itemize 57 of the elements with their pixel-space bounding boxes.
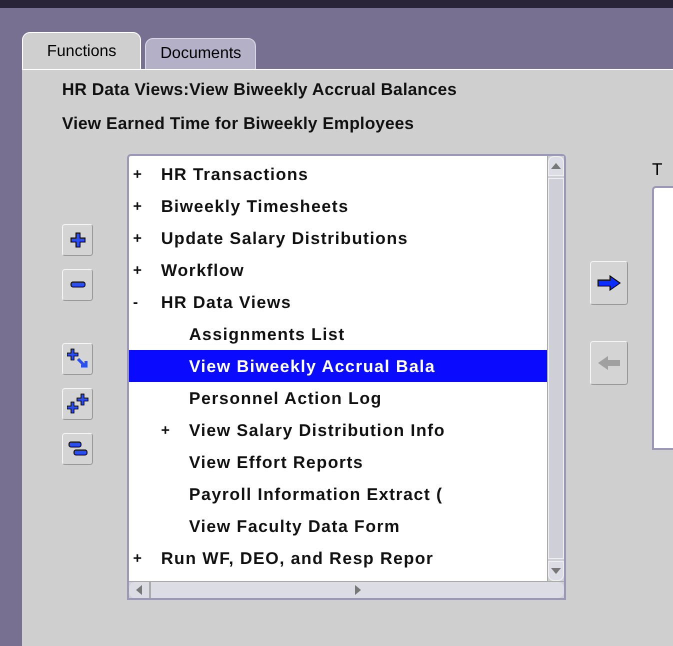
scroll-down-icon — [551, 568, 561, 574]
tree-item-label: View Effort Reports — [189, 452, 364, 474]
expander-sign[interactable]: - — [133, 286, 161, 318]
expander-sign[interactable]: + — [133, 158, 161, 190]
tree-item[interactable]: View Faculty Data Form — [129, 510, 547, 542]
tree-item[interactable]: View Biweekly Accrual Bala — [129, 350, 547, 382]
expander-sign[interactable]: + — [133, 190, 161, 222]
function-heading: HR Data Views:View Biweekly Accrual Balances — [62, 80, 458, 100]
tree-item[interactable]: View Effort Reports — [129, 446, 547, 478]
tree-item-label: HR Data Views — [161, 292, 292, 314]
function-description: View Earned Time for Biweekly Employees — [62, 114, 416, 134]
add-button[interactable] — [590, 261, 628, 305]
tab[interactable]: Functions — [22, 32, 142, 69]
tree-item[interactable]: Assignments List — [129, 318, 547, 350]
scroll-right-icon — [354, 585, 360, 595]
minus-icon — [70, 281, 86, 289]
tree-item-label: Biweekly Timesheets — [161, 196, 349, 218]
tree-item-label: Payroll Information Extract ( — [189, 484, 443, 506]
tree-item-label: Workflow — [161, 260, 244, 282]
expander-sign[interactable]: + — [133, 542, 161, 574]
list-label: T — [652, 159, 664, 181]
tree-item[interactable]: - HR Data Views — [129, 286, 547, 318]
scroll-left-icon — [136, 585, 142, 595]
tree-item[interactable]: + Run WF, DEO, and Resp Repor — [129, 542, 547, 574]
plus-arrow-icon — [66, 348, 88, 370]
tree-item[interactable]: + Update Salary Distributions — [129, 222, 547, 254]
double-minus-icon — [68, 441, 88, 457]
right-arrow-icon — [597, 275, 621, 291]
tree-item[interactable]: + Biweekly Timesheets — [129, 190, 547, 222]
expander-sign[interactable]: + — [133, 254, 161, 286]
tree-item[interactable]: + Workflow — [129, 254, 547, 286]
expand-all-button[interactable] — [62, 388, 93, 420]
expand-button[interactable] — [62, 224, 93, 256]
expand-branch-button[interactable] — [62, 343, 93, 375]
left-arrow-icon — [597, 355, 621, 371]
plus-icon — [70, 232, 86, 248]
tab[interactable]: Documents — [145, 38, 256, 69]
tree-item-label: Personnel Action Log — [189, 388, 382, 410]
collapse-all-button[interactable] — [62, 433, 93, 465]
collapse-button[interactable] — [62, 269, 93, 301]
tree-item-label: HR Transactions — [161, 164, 309, 186]
tree-item-label: Run WF, DEO, and Resp Repor — [161, 548, 434, 570]
tree-item-label: View Biweekly Accrual Bala — [189, 356, 436, 378]
tree-item[interactable]: Personnel Action Log — [129, 382, 547, 414]
scroll-up-icon — [551, 163, 561, 169]
tree-item[interactable]: Payroll Information Extract ( — [129, 478, 547, 510]
tree-item-label: View Salary Distribution Info — [189, 420, 446, 442]
tree-item-label: View Faculty Data Form — [189, 516, 400, 538]
tree-item[interactable]: + HR Transactions — [129, 158, 547, 190]
vertical-scrollbar[interactable] — [547, 156, 564, 581]
tree-item-label: Update Salary Distributions — [161, 228, 408, 250]
tree-item-label: Assignments List — [189, 324, 346, 346]
horizontal-scrollbar[interactable] — [129, 581, 564, 598]
expander-sign[interactable]: + — [133, 222, 161, 254]
tree-item[interactable]: + View Salary Distribution Info — [129, 414, 547, 446]
double-plus-icon — [66, 393, 88, 415]
expander-sign[interactable]: + — [161, 414, 189, 446]
